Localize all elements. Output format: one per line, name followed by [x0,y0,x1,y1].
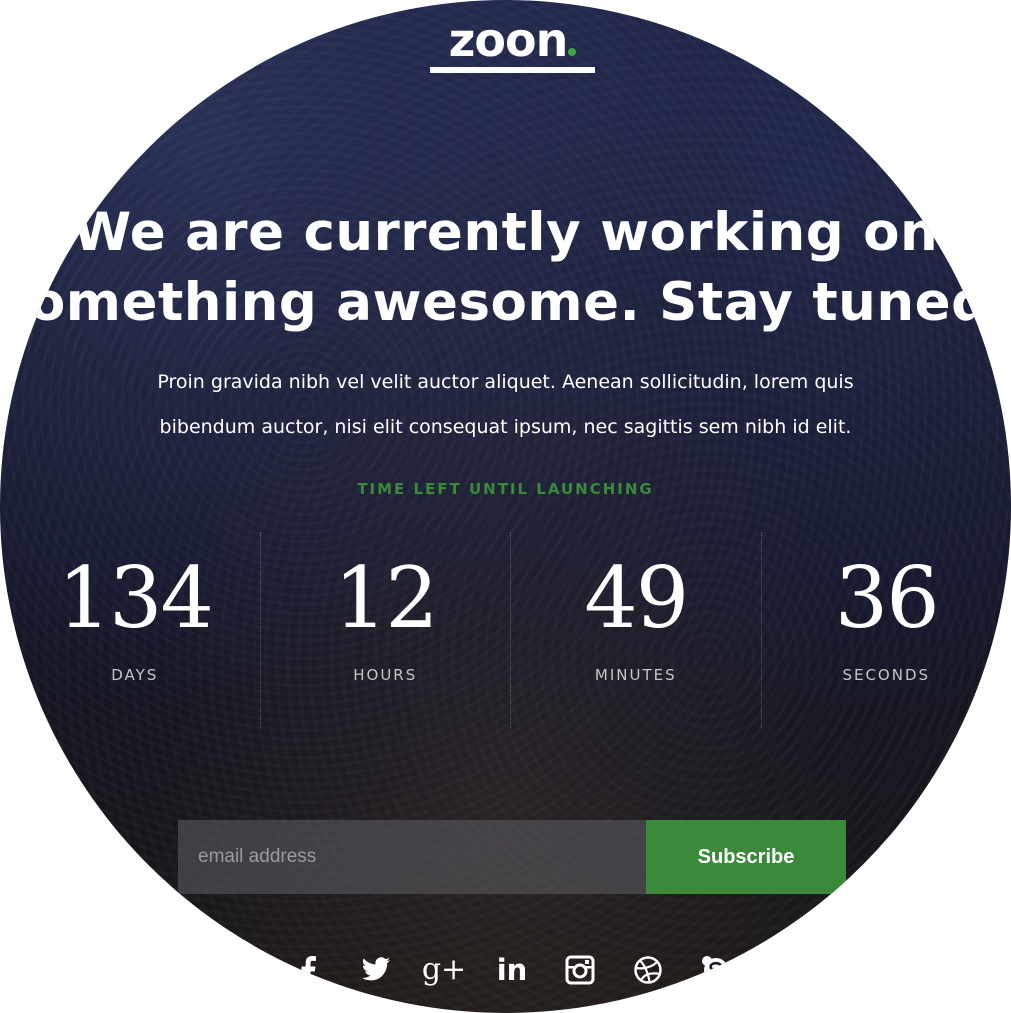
google-plus-glyph: g+ [421,952,467,987]
countdown-seconds-value: 36 [834,549,940,647]
countdown-seconds: 36 SECONDS [760,532,1011,728]
countdown-seconds-unit: SECONDS [842,666,931,684]
countdown-days-unit: DAYS [111,666,159,684]
headline-line-1: We are currently working on [72,202,939,263]
intro-line-1: Proin gravida nibh vel velit auctor aliq… [157,371,854,393]
intro-line-2: bibendum auctor, nisi elit consequat ips… [159,416,852,438]
subscribe-form: Subscribe [178,820,846,894]
logo-dot [568,48,577,56]
intro-text: Proin gravida nibh vel velit auctor aliq… [90,360,921,450]
countdown-minutes-value: 49 [584,549,689,647]
dribbble-icon[interactable] [630,950,666,990]
countdown-minutes-unit: MINUTES [594,666,677,684]
countdown-hours-unit: HOURS [353,666,418,684]
instagram-icon[interactable] [562,950,598,990]
headline-line-2: something awesome. Stay tuned! [0,272,1011,333]
headline: We are currently working on something aw… [0,198,1011,338]
linkedin-glyph: in [496,953,528,987]
countdown-minutes: 49 MINUTES [510,532,761,728]
twitter-icon[interactable] [358,950,394,990]
logo-underline [430,67,595,73]
countdown: 134 DAYS 12 HOURS 49 MINUTES 36 SECONDS [10,532,1011,728]
linkedin-icon[interactable]: in [494,950,530,990]
countdown-label: TIME LEFT UNTIL LAUNCHING [357,480,654,498]
countdown-days: 134 DAYS [10,532,260,728]
subscribe-button[interactable]: Subscribe [646,820,846,894]
hero-circle: zoon We are currently working on somethi… [0,0,1011,1013]
facebook-icon[interactable] [290,950,326,990]
logo[interactable]: zoon [430,16,595,76]
countdown-days-value: 134 [57,549,214,647]
countdown-hours: 12 HOURS [259,532,511,728]
social-links: g+ in [290,946,734,994]
countdown-hours-value: 12 [333,549,439,647]
skype-icon[interactable] [698,950,734,990]
google-plus-icon[interactable]: g+ [422,950,466,990]
email-field[interactable] [178,820,646,894]
logo-text: zoon [448,13,569,67]
